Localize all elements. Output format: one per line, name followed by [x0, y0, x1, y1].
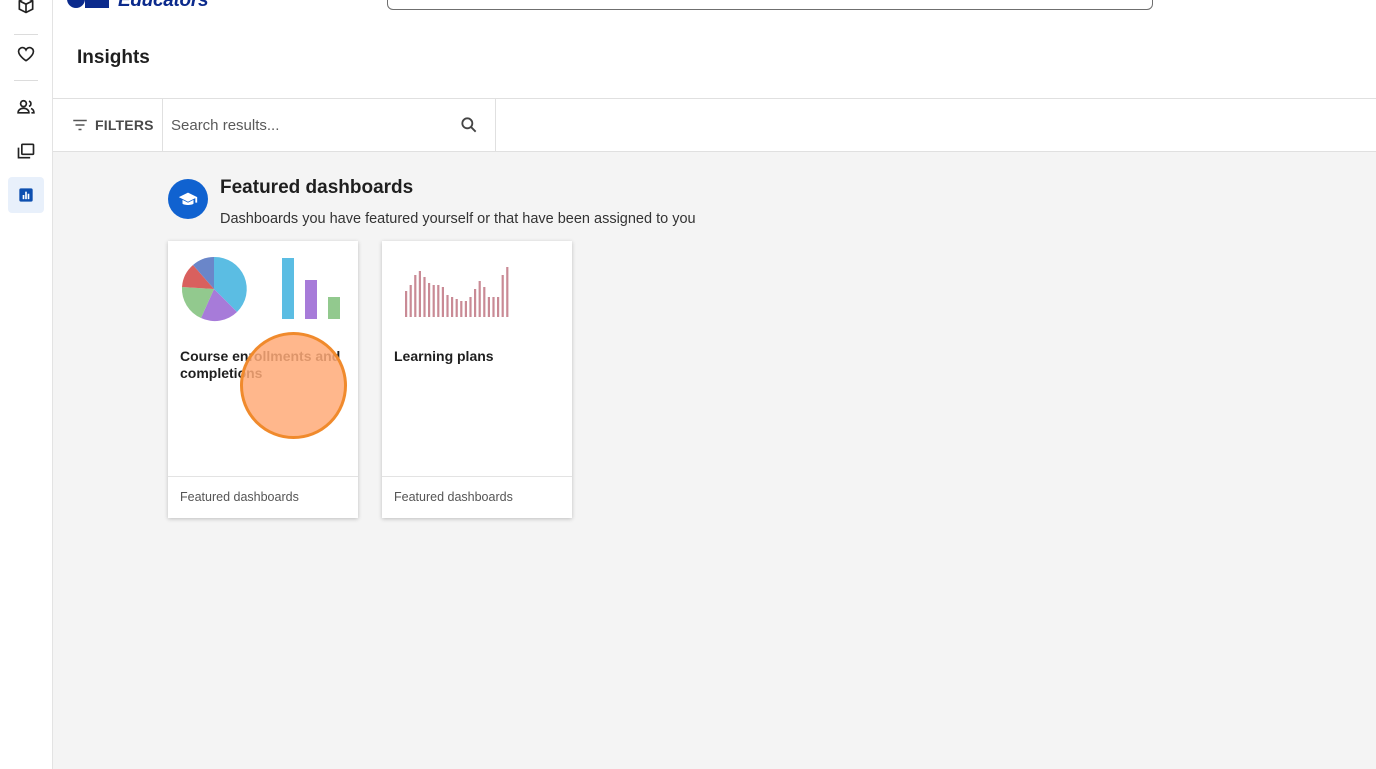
- rail-item-insights[interactable]: [8, 177, 44, 213]
- card-footer: Featured dashboards: [168, 476, 358, 518]
- bar-sequence-thumbnail: [405, 267, 509, 317]
- thumbnail-bar: [460, 301, 463, 317]
- thumbnail-bar: [428, 283, 431, 317]
- thumbnail-bar: [474, 289, 477, 317]
- thumbnail-bar: [423, 277, 426, 317]
- results-toolbar: FILTERS: [53, 98, 1376, 152]
- main-content: Featured dashboards Dashboards you have …: [53, 152, 1376, 769]
- thumbnail-bar: [455, 299, 458, 317]
- thumbnail-bar: [414, 275, 417, 317]
- thumbnail-bar: [418, 271, 421, 317]
- logo-text: Educators: [118, 0, 209, 11]
- filters-button[interactable]: FILTERS: [53, 99, 163, 151]
- global-search-box[interactable]: [387, 0, 1153, 10]
- thumbnail-bar: [437, 285, 440, 317]
- thumbnail-bar: [464, 301, 467, 317]
- thumbnail-bar: [446, 295, 449, 317]
- people-icon: [17, 99, 35, 114]
- thumbnail-bar: [497, 297, 500, 317]
- thumbnail-bar: [492, 297, 495, 317]
- rail-item-people[interactable]: [8, 89, 44, 125]
- card-title: Learning plans: [394, 348, 494, 364]
- left-rail: [0, 0, 53, 769]
- rail-item-catalog[interactable]: [8, 0, 44, 23]
- dashboard-card[interactable]: Learning plans Featured dashboards: [382, 241, 572, 518]
- heart-icon: [17, 46, 35, 62]
- box-icon: [18, 0, 34, 14]
- rail-item-library[interactable]: [8, 133, 44, 169]
- dashboard-card[interactable]: Course enrollments and completions Featu…: [168, 241, 358, 518]
- thumbnail-bar: [441, 287, 444, 317]
- search-results-input[interactable]: [171, 113, 441, 137]
- results-search: [163, 99, 496, 151]
- logo-mark-icon: [67, 0, 109, 8]
- rail-separator: [14, 34, 38, 35]
- thumbnail-bar: [506, 267, 509, 317]
- thumbnail-bar: [501, 275, 504, 317]
- pie-and-bar-thumbnail: [181, 256, 340, 322]
- app-window: Educators Insights FILTERS Featured dash…: [0, 0, 1376, 769]
- bar-chart-icon: [19, 188, 33, 202]
- section-title: Featured dashboards: [220, 177, 414, 198]
- thumbnail-bar: [432, 285, 435, 317]
- thumbnail-bar: [409, 285, 412, 317]
- card-title: Course enrollments and completions: [180, 348, 341, 381]
- filters-label: FILTERS: [95, 117, 154, 133]
- library-icon: [17, 143, 35, 159]
- section-subtitle: Dashboards you have featured yourself or…: [220, 211, 696, 227]
- thumbnail-bar: [487, 297, 490, 317]
- brand-logo[interactable]: Educators: [66, 0, 209, 12]
- thumbnail-bar: [483, 287, 486, 317]
- thumbnail-bar: [469, 297, 472, 317]
- thumbnail-bar: [451, 297, 454, 317]
- card-footer: Featured dashboards: [382, 476, 572, 518]
- section-badge: [168, 179, 208, 219]
- rail-separator: [14, 80, 38, 81]
- graduation-cap-icon: [178, 192, 198, 205]
- rail-item-favorites[interactable]: [8, 36, 44, 72]
- filter-lines-icon: [73, 119, 87, 131]
- search-icon[interactable]: [459, 115, 479, 135]
- page-title: Insights: [77, 47, 150, 68]
- thumbnail-bar: [405, 291, 408, 317]
- thumbnail-bar: [478, 281, 481, 317]
